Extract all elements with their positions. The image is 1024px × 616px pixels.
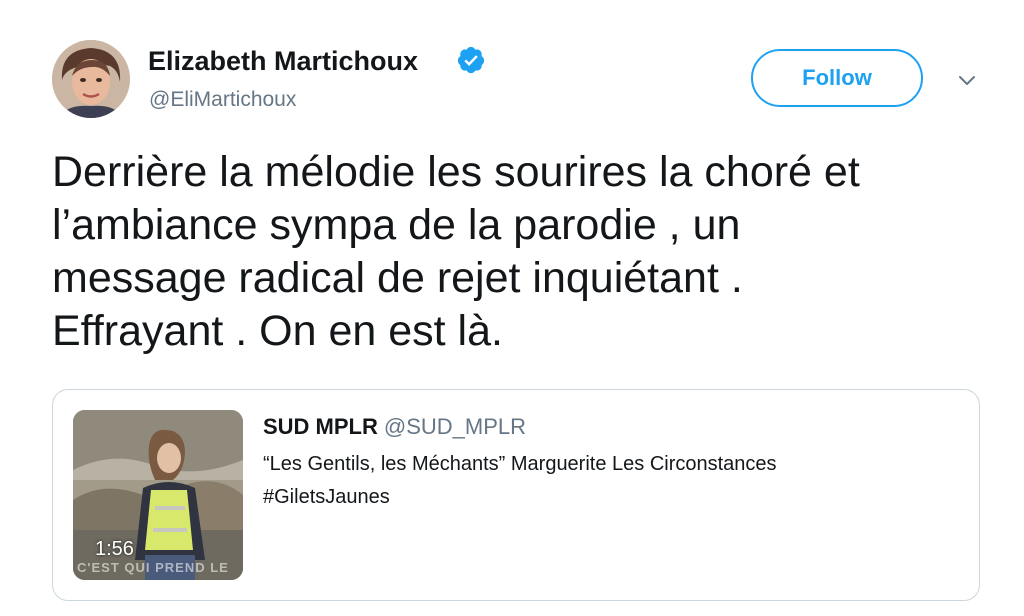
video-duration: 1:56 <box>95 538 134 560</box>
video-caption-overlay: C'EST QUI PREND LE <box>77 560 229 575</box>
quoted-text-line: “Les Gentils, les Méchants” Marguerite L… <box>263 453 777 475</box>
chevron-down-icon[interactable] <box>953 70 981 92</box>
tweet-embed: Elizabeth Martichoux @EliMartichoux Foll… <box>0 0 1024 616</box>
verified-badge-icon <box>457 46 485 74</box>
author-name[interactable]: Elizabeth Martichoux <box>148 44 418 78</box>
author-avatar[interactable] <box>52 40 130 118</box>
quoted-author-name: SUD MPLR <box>263 414 378 439</box>
quoted-tweet-header: SUD MPLR @SUD_MPLR <box>263 412 526 445</box>
video-thumbnail[interactable]: C'EST QUI PREND LE 1:56 <box>73 410 243 580</box>
quoted-tweet-card[interactable]: C'EST QUI PREND LE 1:56 SUD MPLR @SUD_MPL… <box>52 389 980 601</box>
tweet-text-line: l’ambiance sympa de la parodie , un <box>52 201 741 249</box>
quoted-text-line: #GiletsJaunes <box>263 486 390 508</box>
tweet-text-line: Derrière la mélodie les sourires la chor… <box>52 148 860 196</box>
tweet-text-line: message radical de rejet inquiétant . <box>52 254 743 302</box>
follow-button[interactable]: Follow <box>751 49 923 107</box>
author-handle[interactable]: @EliMartichoux <box>149 86 296 114</box>
quoted-tweet-text: “Les Gentils, les Méchants” Marguerite L… <box>263 448 963 514</box>
tweet-text-line: Effrayant . On en est là. <box>52 307 503 355</box>
tweet-text: Derrière la mélodie les sourires la chor… <box>52 146 972 358</box>
quoted-author-handle: @SUD_MPLR <box>383 414 527 439</box>
